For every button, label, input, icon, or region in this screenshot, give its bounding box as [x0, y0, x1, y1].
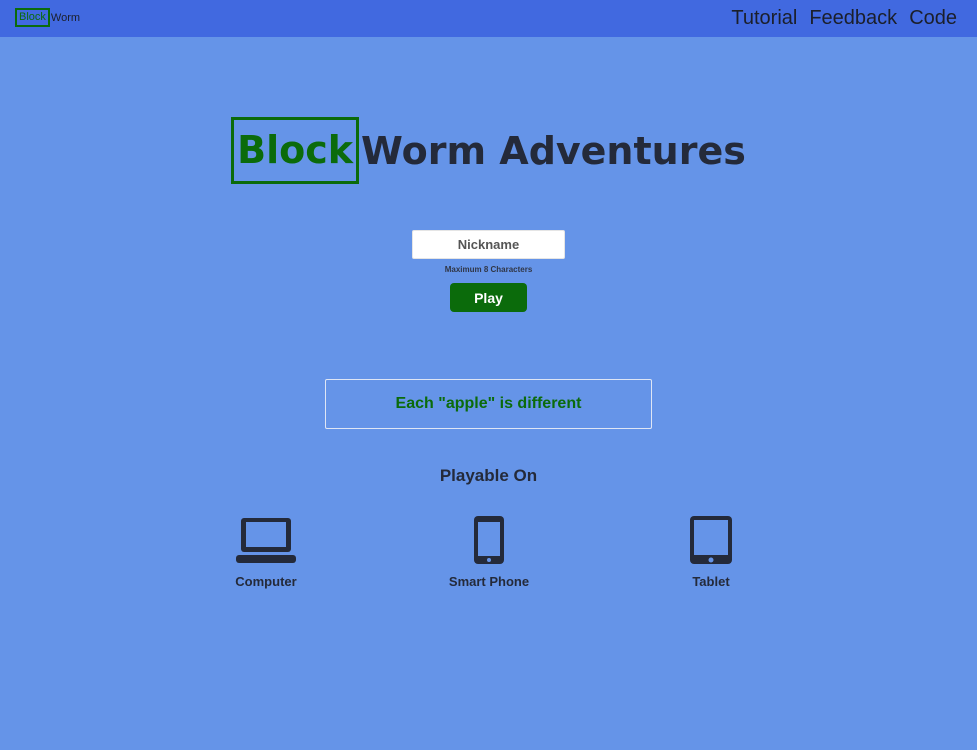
nickname-input[interactable] — [412, 230, 565, 259]
device-label: Computer — [235, 574, 297, 589]
brand-logo[interactable]: Block Worm — [15, 8, 80, 27]
play-button[interactable]: Play — [450, 283, 527, 312]
nav-code-link[interactable]: Code — [909, 4, 957, 32]
tip-box: Each "apple" is different — [325, 379, 652, 429]
device-label: Tablet — [692, 574, 730, 589]
smartphone-icon — [474, 516, 504, 564]
tip-text: Each "apple" is different — [395, 395, 582, 412]
title-rest-text: Worm Adventures — [361, 128, 746, 173]
nav-feedback-link[interactable]: Feedback — [809, 4, 897, 32]
device-label: Smart Phone — [448, 574, 530, 589]
device-smartphone: Smart Phone — [409, 514, 569, 589]
tablet-icon — [690, 516, 732, 564]
max-chars-note: Maximum 8 Characters — [444, 265, 533, 274]
page-title: Block Worm Adventures — [0, 117, 977, 184]
device-tablet: Tablet — [631, 514, 791, 589]
title-block-text: Block — [231, 117, 360, 184]
device-computer: Computer — [186, 514, 346, 589]
playable-heading: Playable On — [439, 466, 538, 485]
brand-worm-text: Worm — [50, 11, 81, 24]
nav-tutorial-link[interactable]: Tutorial — [731, 4, 797, 32]
top-bar: Block Worm Tutorial Feedback Code — [0, 0, 977, 37]
brand-block-text: Block — [15, 8, 50, 27]
laptop-icon — [236, 518, 296, 563]
top-nav: Tutorial Feedback Code — [731, 4, 957, 32]
